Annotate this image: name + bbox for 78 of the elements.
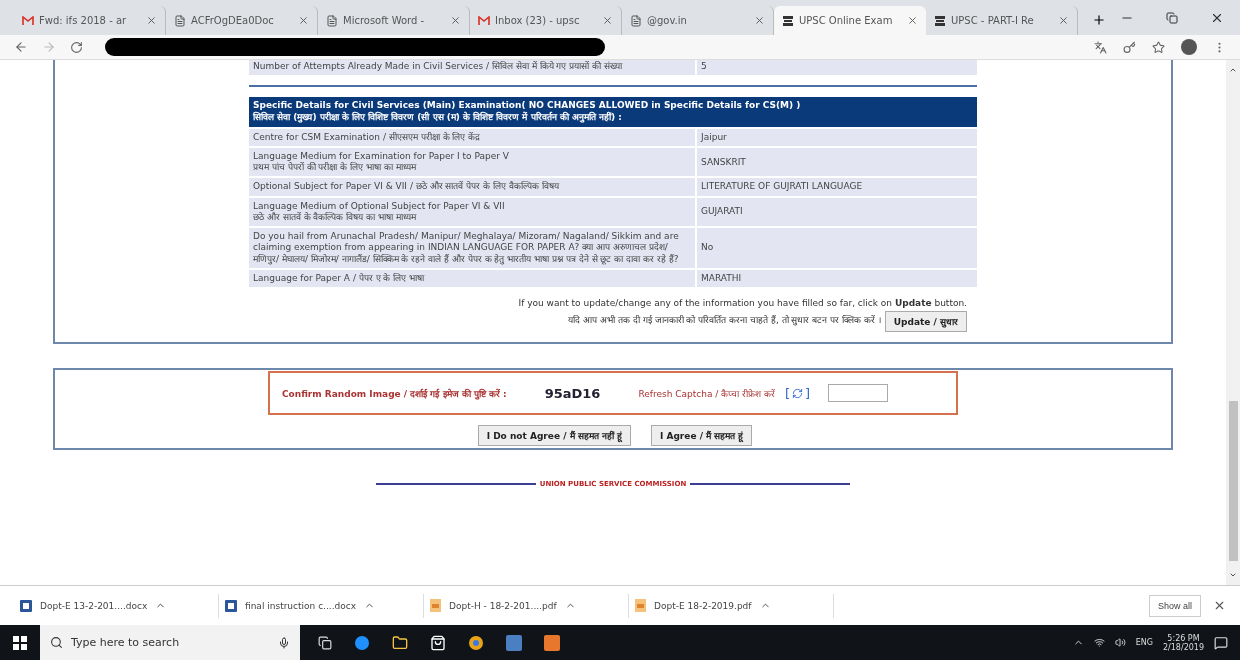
agree-button[interactable]: I Do not Agree / मैं सहमत नहीं हूं	[477, 425, 631, 447]
download-item[interactable]: Dopt-H - 18-2-201....pdf	[424, 593, 629, 618]
table-cell: Centre for CSM Examination / सीएसएम परीक्षा के लिए केंद्र	[249, 128, 695, 146]
close-icon[interactable]	[754, 15, 765, 26]
network-icon[interactable]	[1093, 637, 1105, 648]
refresh-captcha-link[interactable]: Refresh Captcha / कैप्चा रीफ्रेश करें	[638, 386, 775, 400]
document-icon	[174, 14, 186, 27]
table-cell: MARATHI	[697, 269, 977, 288]
notification-icon[interactable]	[1214, 635, 1228, 650]
browser-tab[interactable]: UPSC Online Exam	[774, 6, 926, 35]
download-item[interactable]: Dopt-E 18-2-2019.pdf	[629, 593, 834, 618]
table-cell: Do you hail from Arunachal Pradesh/ Manipur/ Meghalaya/ Mizoram/ Nagaland/ Sikkim and are claiming exemption from appearing in INDIAN LANGUAGE FOR PAPER A? क्या आप अरुणाचल प्रदेश/ मणिपुर/ मेघालय/ मिजोरम/ नागालैंड/ सिक्किम के रहने वाले हैं और पेपर क हेतु भारतीय भाषा प्रश्न पत्र देने से छूट का दावा कर रहे हैं?	[249, 228, 695, 268]
scroll-up-icon[interactable]	[1229, 66, 1237, 74]
table-cell: Optional Subject for Paper VI & VII / छठे और सातवें पेपर के लिए वैकल्पिक विषय	[249, 178, 695, 196]
close-icon[interactable]	[907, 15, 918, 26]
app-icon[interactable]	[544, 634, 560, 651]
update-note: If you want to update/change any of the information you have filled so far, click on Update button.	[517, 297, 967, 311]
mail-icon	[22, 15, 34, 26]
close-icon[interactable]	[1058, 15, 1069, 26]
table-cell: LITERATURE OF GUJRATI LANGUAGE	[697, 178, 977, 196]
pdf-file-icon	[635, 599, 646, 612]
document-icon	[326, 14, 338, 27]
close-icon[interactable]	[602, 15, 613, 26]
reload-icon[interactable]	[70, 40, 83, 54]
mail-icon	[478, 15, 490, 26]
table-cell: 5	[697, 60, 977, 76]
pdf-file-icon	[430, 599, 441, 612]
update-button[interactable]: Update / सुधार	[884, 310, 967, 332]
scroll-thumb[interactable]	[1228, 401, 1238, 561]
folder-icon[interactable]	[392, 634, 408, 651]
key-icon[interactable]	[1123, 40, 1136, 54]
captcha-field[interactable]	[828, 384, 889, 403]
search-icon	[50, 636, 63, 649]
table-cell: No	[697, 228, 977, 268]
word-file-icon	[225, 599, 237, 612]
windows-icon[interactable]	[13, 635, 27, 650]
star-icon[interactable]	[1152, 40, 1165, 54]
download-item[interactable]: Dopt-E 13-2-201....docx	[14, 593, 219, 618]
translate-icon[interactable]	[1094, 40, 1107, 54]
browser-icon[interactable]	[354, 634, 370, 651]
section-header: Specific Details for Civil Services (Main) Examination( NO CHANGES ALLOWED in Specific Details for CS(M) ) सिविल सेवा (मुख्य) परीक्षा के लिए विशिष्ट विवरण (सी एस (म) के विशिष्ट विवरण में परिवर्तन की अनुमति नहीं) :	[249, 97, 977, 127]
captcha-image: 95aD16	[544, 385, 601, 401]
building-icon	[782, 14, 794, 27]
task-view-icon[interactable]	[318, 635, 332, 650]
captcha-label: Confirm Random Image / दर्शाई गई इमेज की पुष्टि करें :	[282, 387, 507, 400]
table-cell: SANSKRIT	[697, 147, 977, 177]
document-icon	[630, 14, 642, 27]
close-icon[interactable]	[450, 15, 461, 26]
taskbar-search[interactable]: Type here to search	[40, 625, 300, 660]
table-cell: Language Medium for Examination for Paper I to Paper V प्रथम पांच पेपरों की परीक्षा के लिए भाषा का माध्यम	[249, 147, 695, 177]
table-cell: Language for Paper A / पेपर ए के लिए भाषा	[249, 269, 695, 288]
store-icon[interactable]	[430, 634, 446, 651]
language-indicator[interactable]: ENG	[1135, 638, 1153, 647]
refresh-icon[interactable]	[792, 387, 804, 399]
volume-icon[interactable]	[1114, 637, 1126, 648]
building-icon	[934, 14, 946, 27]
table-cell: GUJARATI	[697, 197, 977, 227]
app-icon[interactable]	[506, 634, 522, 651]
profile-avatar[interactable]	[1181, 39, 1197, 55]
back-icon[interactable]	[14, 40, 28, 54]
agree-button[interactable]: I Agree / मैं सहमत हूं	[650, 425, 753, 447]
microphone-icon[interactable]	[278, 636, 290, 649]
bracket: ]	[805, 385, 811, 401]
bracket: [	[784, 385, 791, 401]
word-file-icon	[20, 599, 32, 612]
restore-icon[interactable]	[1166, 11, 1178, 24]
table-cell: Language Medium of Optional Subject for Paper VI & VII छठे और सातवें के वैकल्पिक विषय का भाषा माध्यम	[249, 197, 695, 227]
close-icon[interactable]	[146, 15, 157, 26]
download-item[interactable]: final instruction c....docx	[219, 593, 424, 618]
close-icon[interactable]	[1213, 599, 1226, 612]
table-cell: Number of Attempts Already Made in Civil Services / सिविल सेवा में किये गए प्रयासों की संख्या	[249, 60, 695, 76]
close-icon[interactable]	[298, 15, 309, 26]
update-note: यदि आप अभी तक दी गई जानकारी को परिवर्तित करना चाहते हैं, तो सुधार बटन पर क्लिक करें ।	[568, 314, 881, 328]
scroll-down-icon[interactable]	[1229, 571, 1237, 579]
clock[interactable]: 5:26 PM 2/18/2019	[1162, 633, 1204, 652]
new-tab-icon[interactable]	[1092, 13, 1106, 27]
show-all-button[interactable]: Show all	[1148, 594, 1201, 617]
table-cell: Jaipur	[697, 128, 977, 146]
